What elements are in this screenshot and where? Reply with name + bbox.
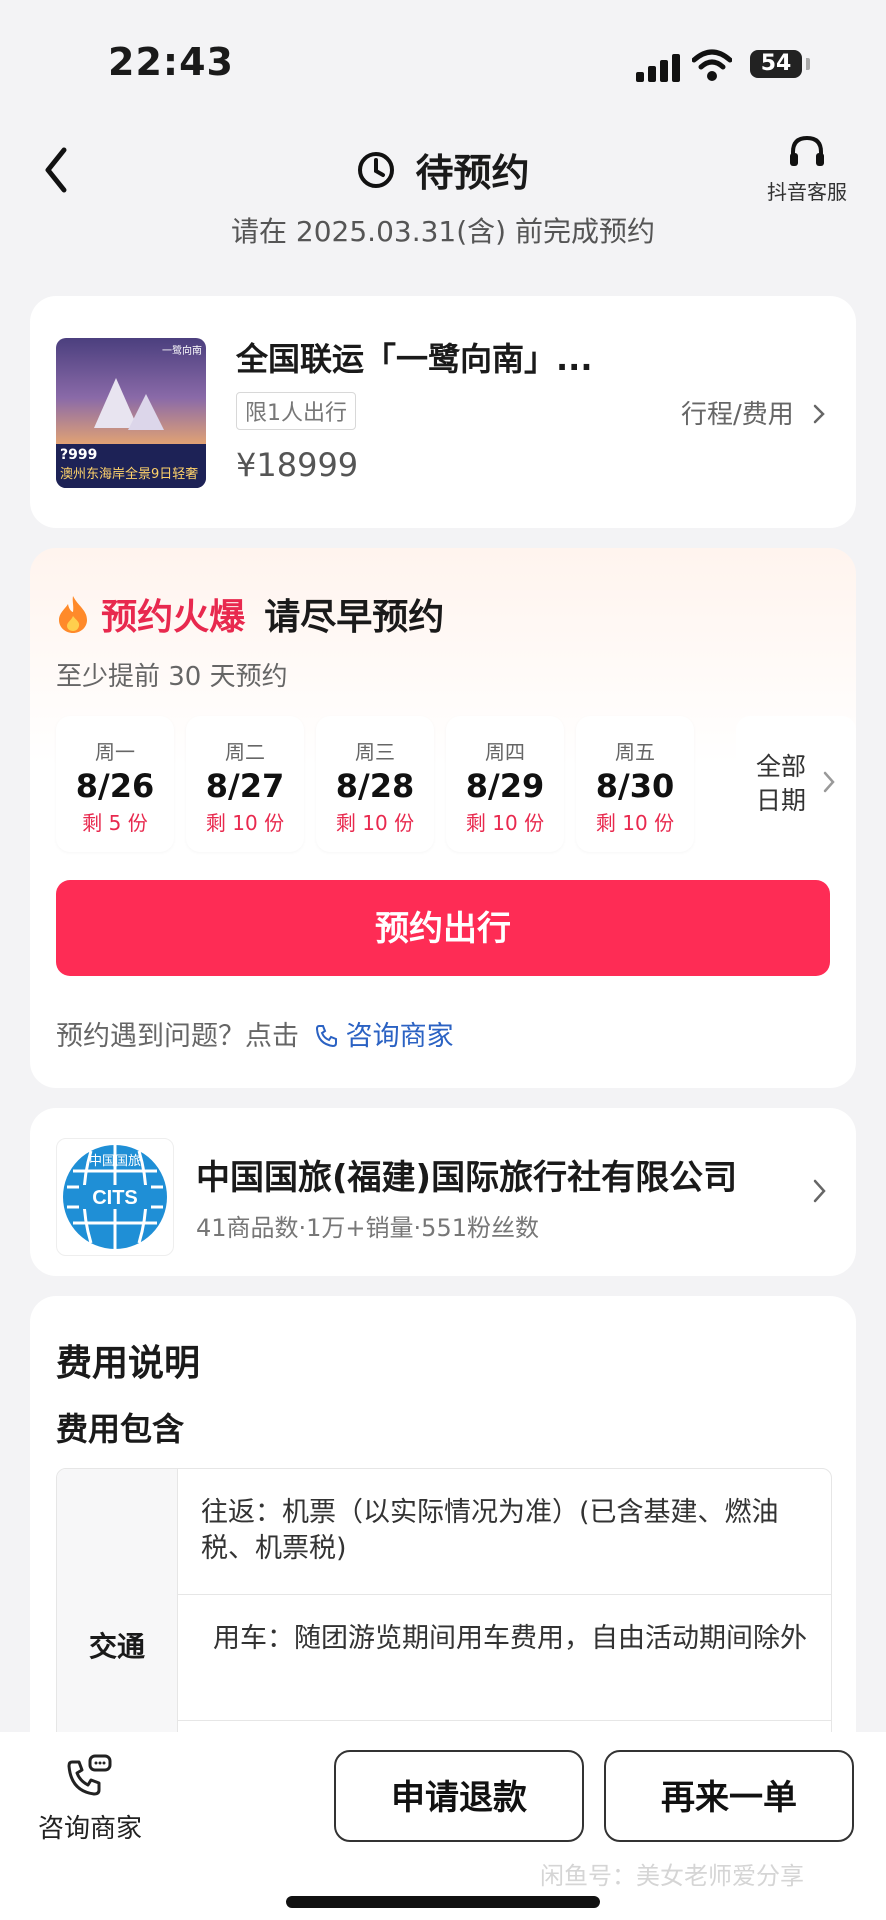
customer-service-button[interactable]: 抖音客服	[752, 134, 862, 205]
fee-row: 用车：随团游览期间用车费用，自由活动期间除外	[177, 1595, 831, 1721]
battery-tip	[806, 58, 810, 70]
status-time: 22:43	[108, 40, 234, 84]
date-remaining: 剩 10 份	[465, 811, 545, 835]
consult-merchant-label: 咨询商家	[345, 1021, 454, 1052]
chevron-right-icon	[813, 404, 825, 424]
merchant-meta: 41商品数·1万+销量·551粉丝数	[196, 1214, 539, 1242]
watermark-text: 闲鱼号：美女老师爱分享	[540, 1862, 804, 1890]
fee-row: 往返：机票（以实际情况为准）(已含基建、燃油税、机票税)	[177, 1469, 831, 1595]
date-weekday: 周四	[485, 740, 525, 764]
date-value: 8/30	[595, 767, 675, 805]
date-option[interactable]: 周四 8/29 剩 10 份	[446, 716, 564, 852]
merchant-card[interactable]: CITS 中国国旅 中国国旅(福建)国际旅行社有限公司 41商品数·1万+销量·…	[30, 1108, 856, 1276]
product-card[interactable]: 一鹭向南 ?999 澳州东海岸全景9日轻奢 全国联运「一鹭向南」... 限1人出…	[30, 296, 856, 528]
itinerary-fee-label: 行程/费用	[680, 400, 794, 430]
all-dates-label: 全部日期	[756, 752, 807, 815]
date-option[interactable]: 周一 8/26 剩 5 份	[56, 716, 174, 852]
fee-subtitle: 费用包含	[56, 1410, 185, 1448]
wifi-icon	[692, 49, 732, 81]
signal-icon	[636, 52, 682, 82]
advance-notice: 至少提前 30 天预约	[56, 662, 288, 692]
fee-category-label: 交通	[88, 1630, 145, 1663]
help-row: 预约遇到问题？点击 咨询商家	[56, 1014, 454, 1053]
help-text: 预约遇到问题？点击	[56, 1021, 299, 1052]
headset-icon	[790, 135, 824, 166]
all-dates-button[interactable]: 全部日期	[736, 716, 856, 852]
product-name: 全国联运「一鹭向南」...	[236, 340, 593, 378]
date-remaining: 剩 5 份	[82, 811, 148, 835]
status-bar: 22:43 54	[0, 0, 886, 120]
page-title: 待预约	[415, 151, 530, 195]
date-list: 周一 8/26 剩 5 份 周二 8/27 剩 10 份 周三 8/28 剩 1…	[56, 716, 856, 852]
date-value: 8/26	[75, 767, 155, 805]
logo-text: CITS	[92, 1187, 138, 1209]
date-weekday: 周二	[225, 740, 265, 764]
hot-subtitle: 请尽早预约	[264, 597, 445, 638]
customer-service-label: 抖音客服	[767, 180, 847, 204]
chevron-right-icon	[823, 771, 835, 793]
date-option[interactable]: 周二 8/27 剩 10 份	[186, 716, 304, 852]
bottom-action-bar: 咨询商家 申请退款 再来一单 闲鱼号：美女老师爱分享	[0, 1732, 886, 1920]
thumb-caption-strip: ?999 澳州东海岸全景9日轻奢	[56, 444, 206, 488]
date-remaining: 剩 10 份	[205, 811, 285, 835]
home-indicator[interactable]	[286, 1896, 600, 1908]
chevron-right-icon	[813, 1179, 826, 1203]
fee-title: 费用说明	[56, 1343, 201, 1384]
date-remaining: 剩 10 份	[595, 811, 675, 835]
consult-merchant-link[interactable]: 咨询商家	[314, 1021, 454, 1052]
product-price: ¥18999	[236, 446, 359, 484]
thumb-caption: 澳州东海岸全景9日轻奢	[60, 467, 199, 482]
booking-card: 预约火爆 请尽早预约 至少提前 30 天预约 周一 8/26 剩 5 份 周二 …	[30, 548, 856, 1088]
reserve-button[interactable]: 预约出行	[56, 880, 830, 976]
refund-button[interactable]: 申请退款	[334, 1750, 584, 1842]
merchant-logo: CITS 中国国旅	[56, 1138, 174, 1256]
product-tag: 限1人出行	[236, 392, 356, 430]
date-option[interactable]: 周三 8/28 剩 10 份	[316, 716, 434, 852]
date-weekday: 周三	[355, 740, 395, 764]
date-remaining: 剩 10 份	[335, 811, 415, 835]
phone-chat-icon	[315, 1025, 337, 1048]
merchant-name: 中国国旅(福建)国际旅行社有限公司	[196, 1158, 738, 1198]
fire-icon	[59, 596, 87, 633]
date-weekday: 周五	[615, 740, 655, 764]
battery-icon: 54	[750, 50, 802, 78]
product-thumbnail: 一鹭向南 ?999 澳州东海岸全景9日轻奢	[56, 338, 206, 488]
order-again-button[interactable]: 再来一单	[604, 1750, 854, 1842]
consult-merchant-label: 咨询商家	[37, 1814, 142, 1844]
date-weekday: 周一	[95, 740, 135, 764]
clock-icon	[358, 151, 395, 188]
itinerary-fee-link[interactable]: 行程/费用	[681, 394, 828, 431]
phone-chat-icon	[67, 1754, 112, 1796]
date-value: 8/28	[335, 767, 415, 805]
logo-top-text: 中国国旅	[89, 1154, 141, 1169]
thumb-price: ?999	[60, 447, 98, 463]
date-value: 8/29	[465, 767, 545, 805]
cits-globe-icon: CITS 中国国旅	[63, 1145, 167, 1249]
hot-title: 预约火爆	[101, 597, 246, 638]
thumb-corner-text: 一鹭向南	[162, 346, 202, 357]
date-option[interactable]: 周五 8/30 剩 10 份	[576, 716, 694, 852]
hot-row: 预约火爆 请尽早预约	[56, 588, 444, 640]
date-value: 8/27	[205, 767, 285, 805]
deadline-text: 请在 2025.03.31(含) 前完成预约	[231, 215, 655, 248]
consult-merchant-button[interactable]: 咨询商家	[30, 1754, 150, 1845]
opera-house-shape-2	[128, 394, 164, 430]
